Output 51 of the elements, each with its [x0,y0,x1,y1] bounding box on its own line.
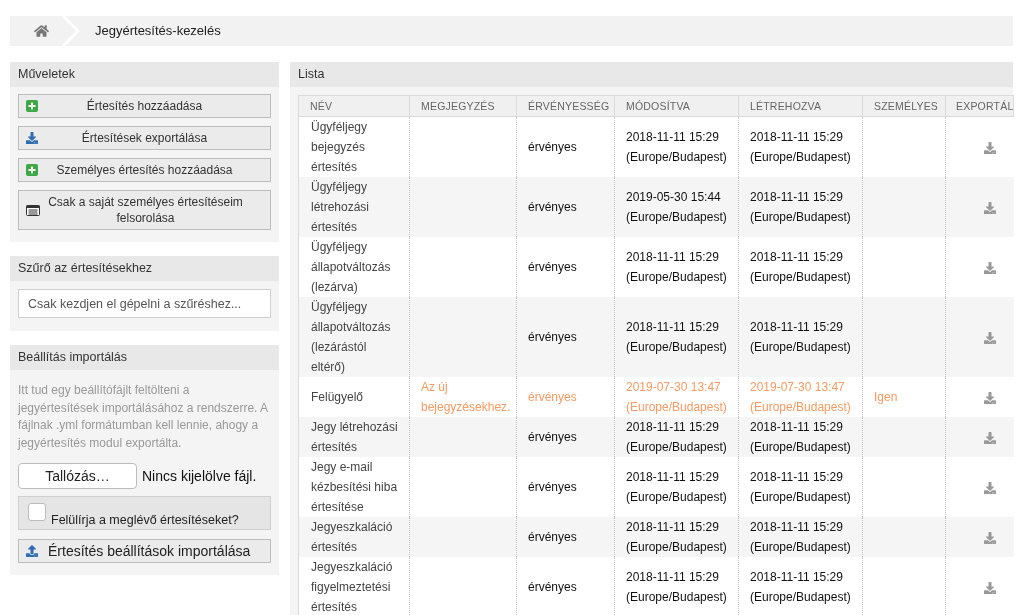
plus-square-icon [26,164,38,176]
column-header[interactable]: ÉRVÉNYESSÉG [516,95,615,117]
table-row[interactable]: Jegy e-mail kézbesítési hiba értesítése érvényes 2018-11-11 15:29 (Europe/Budapest) 2018-11-11 15:29 (Europe/Budapest) [298,457,1014,517]
date-cell: 2018-11-11 15:29 (Europe/Budapest) [614,557,739,615]
action-button[interactable]: Értesítések exportálása [18,126,271,150]
table-row[interactable]: Ügyféljegy létrehozási értesítés érvényes 2019-05-30 15:44 (Europe/Budapest) 2018-11-11 15:29 (Europe/Budapest) [298,177,1014,237]
browse-button[interactable]: Tallózás… [18,463,137,489]
table-row[interactable]: Ügyféljegy bejegyzés értesítés érvényes 2018-11-11 15:29 (Europe/Budapest) 2018-11-11 15:29 (Europe/Budapest) [298,116,1014,177]
column-header[interactable]: MÓDOSÍTVA [614,95,739,117]
panel-header: Lista [290,62,1013,87]
home-icon[interactable] [34,24,49,38]
download-icon[interactable] [983,391,996,404]
download-icon[interactable] [983,481,996,494]
file-status-text: Nincs kijelölve fájl. [142,466,257,486]
page-title[interactable]: Jegyértesítés-kezelés [95,21,221,41]
column-header[interactable]: NÉV [298,95,410,117]
import-description: Itt tud egy beállítófájlt feltölteni a jegyértesítések importálásához a rendszerre. A fájlnak .yml formátumban kell lennie, ahogy a jegyértesítés modul exportálta. [18,382,269,452]
column-header[interactable]: SZEMÉLYES [862,95,946,117]
plus-square-icon [26,100,38,112]
download-icon[interactable] [983,201,996,214]
panel-header: Műveletek [10,62,279,87]
table-row[interactable]: Jegyeszkaláció figyelmeztetési értesítés érvényes 2018-11-11 15:29 (Europe/Budapest) 2018-11-11 15:29 (Europe/Budapest) [298,557,1014,615]
download-icon [26,132,38,144]
column-header[interactable]: LÉTREHOZVA [738,95,863,117]
panel-header: Szűrő az értesítésekhez [10,256,279,281]
upload-icon [26,545,38,557]
checkbox[interactable] [28,503,46,521]
panel-header: Beállítás importálás [10,345,279,370]
name-cell: Jegyeszkaláció figyelmeztetési értesítés [298,557,410,615]
action-button[interactable]: Értesítés hozzáadása [18,94,271,118]
action-button[interactable]: Személyes értesítés hozzáadása [18,158,271,182]
download-icon[interactable] [983,581,996,594]
checkbox-label[interactable]: Felülírja a meglévő értesítéseket? [51,512,239,528]
download-icon[interactable] [983,531,996,544]
table-row[interactable]: Jegy létrehozási értesítés érvényes 2018-11-11 15:29 (Europe/Budapest) 2018-11-11 15:29 (Europe/Budapest) [298,417,1014,457]
table-row[interactable]: Ügyféljegy állapotváltozás (lezárástól eltérő) érvényes 2018-11-11 15:29 (Europe/Budapest) 2018-11-11 15:29 (Europe/Budapest) [298,297,1014,377]
download-icon[interactable] [983,141,996,154]
download-icon[interactable] [983,431,996,444]
validity-cell: érvényes [516,557,615,615]
download-icon[interactable] [983,331,996,344]
table-row[interactable]: Ügyféljegy állapotváltozás (lezárva) érvényes 2018-11-11 15:29 (Europe/Budapest) 2018-11-11 15:29 (Europe/Budapest) [298,237,1014,297]
import-button[interactable]: Értesítés beállítások importálása [18,539,271,563]
column-header[interactable]: EXPORTÁL [945,95,1014,117]
table-row[interactable]: Felügyelő Az új bejegyzésekhez. érvényes 2019-07-30 13:47 (Europe/Budapest) 2019-07-30 13:47 (Europe/Budapest) Igen [298,377,1014,417]
action-button[interactable]: Csak a saját személyes értesítéseim felsorolása [18,190,271,230]
list-icon [26,204,40,216]
download-icon[interactable] [983,261,996,274]
filter-input[interactable]: Csak kezdjen el gépelni a szűréshez... [18,289,271,318]
date-cell: 2018-11-11 15:29 (Europe/Budapest) [738,557,863,615]
column-header[interactable]: MEGJEGYZÉS [409,95,517,117]
table-row[interactable]: Jegyeszkaláció értesítés érvényes 2018-11-11 15:29 (Europe/Budapest) 2018-11-11 15:29 (Europe/Budapest) [298,517,1014,557]
